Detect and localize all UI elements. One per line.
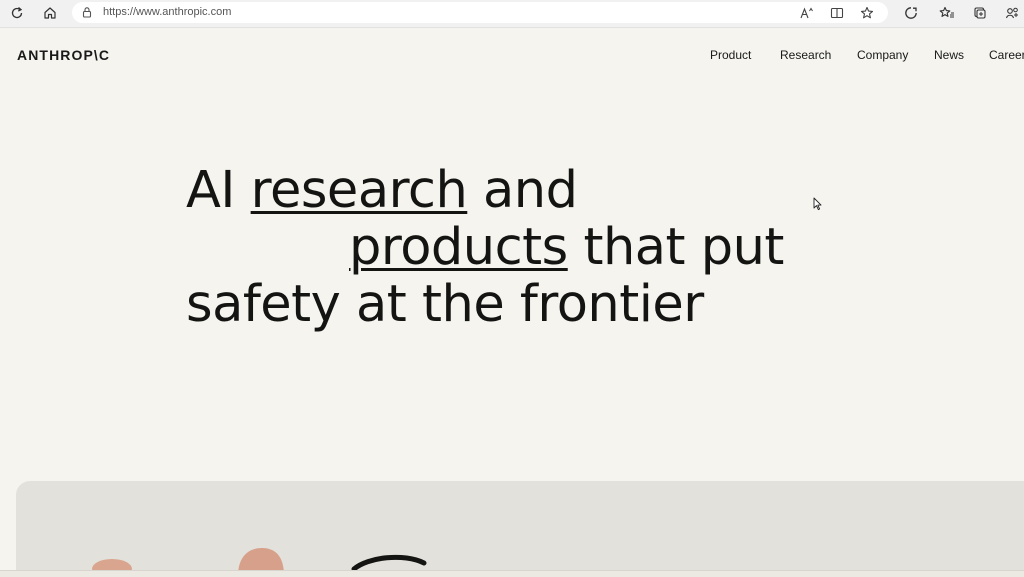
main-nav: Product Research Company News Careers <box>0 48 1024 64</box>
favorites-icon[interactable] <box>937 4 957 22</box>
home-icon[interactable] <box>40 4 60 22</box>
hero-line-1: AI research and <box>186 162 906 219</box>
reload-icon[interactable] <box>7 4 27 22</box>
research-link[interactable]: research <box>251 161 468 220</box>
nav-link-research[interactable]: Research <box>780 48 831 62</box>
extensions-icon[interactable] <box>901 4 921 22</box>
hero-line-3: safety at the frontier <box>186 275 704 334</box>
hero-illustration <box>92 548 427 576</box>
profile-icon[interactable] <box>1002 4 1022 22</box>
nav-link-careers[interactable]: Careers <box>989 48 1024 62</box>
immersive-reader-icon[interactable] <box>828 4 846 21</box>
nav-link-product[interactable]: Product <box>710 48 751 62</box>
collections-icon[interactable] <box>970 4 990 22</box>
address-bar[interactable]: https://www.anthropic.com <box>72 2 888 23</box>
illustration-card <box>16 481 1024 576</box>
nav-link-company[interactable]: Company <box>857 48 908 62</box>
products-link[interactable]: products <box>349 218 568 277</box>
browser-toolbar: https://www.anthropic.com <box>0 0 1024 28</box>
read-aloud-icon[interactable] <box>798 4 816 21</box>
lock-icon[interactable] <box>80 5 94 19</box>
star-icon[interactable] <box>858 4 876 21</box>
hero-text: AI <box>186 161 251 220</box>
mouse-cursor-icon <box>813 197 822 211</box>
hero-text: and <box>467 161 578 220</box>
url-text[interactable]: https://www.anthropic.com <box>103 5 231 19</box>
hero-headline: AI research and products that put safety… <box>186 162 906 333</box>
hero-line-2: products that put <box>186 219 906 276</box>
nav-link-news[interactable]: News <box>934 48 964 62</box>
hero-text: that put <box>567 218 784 277</box>
